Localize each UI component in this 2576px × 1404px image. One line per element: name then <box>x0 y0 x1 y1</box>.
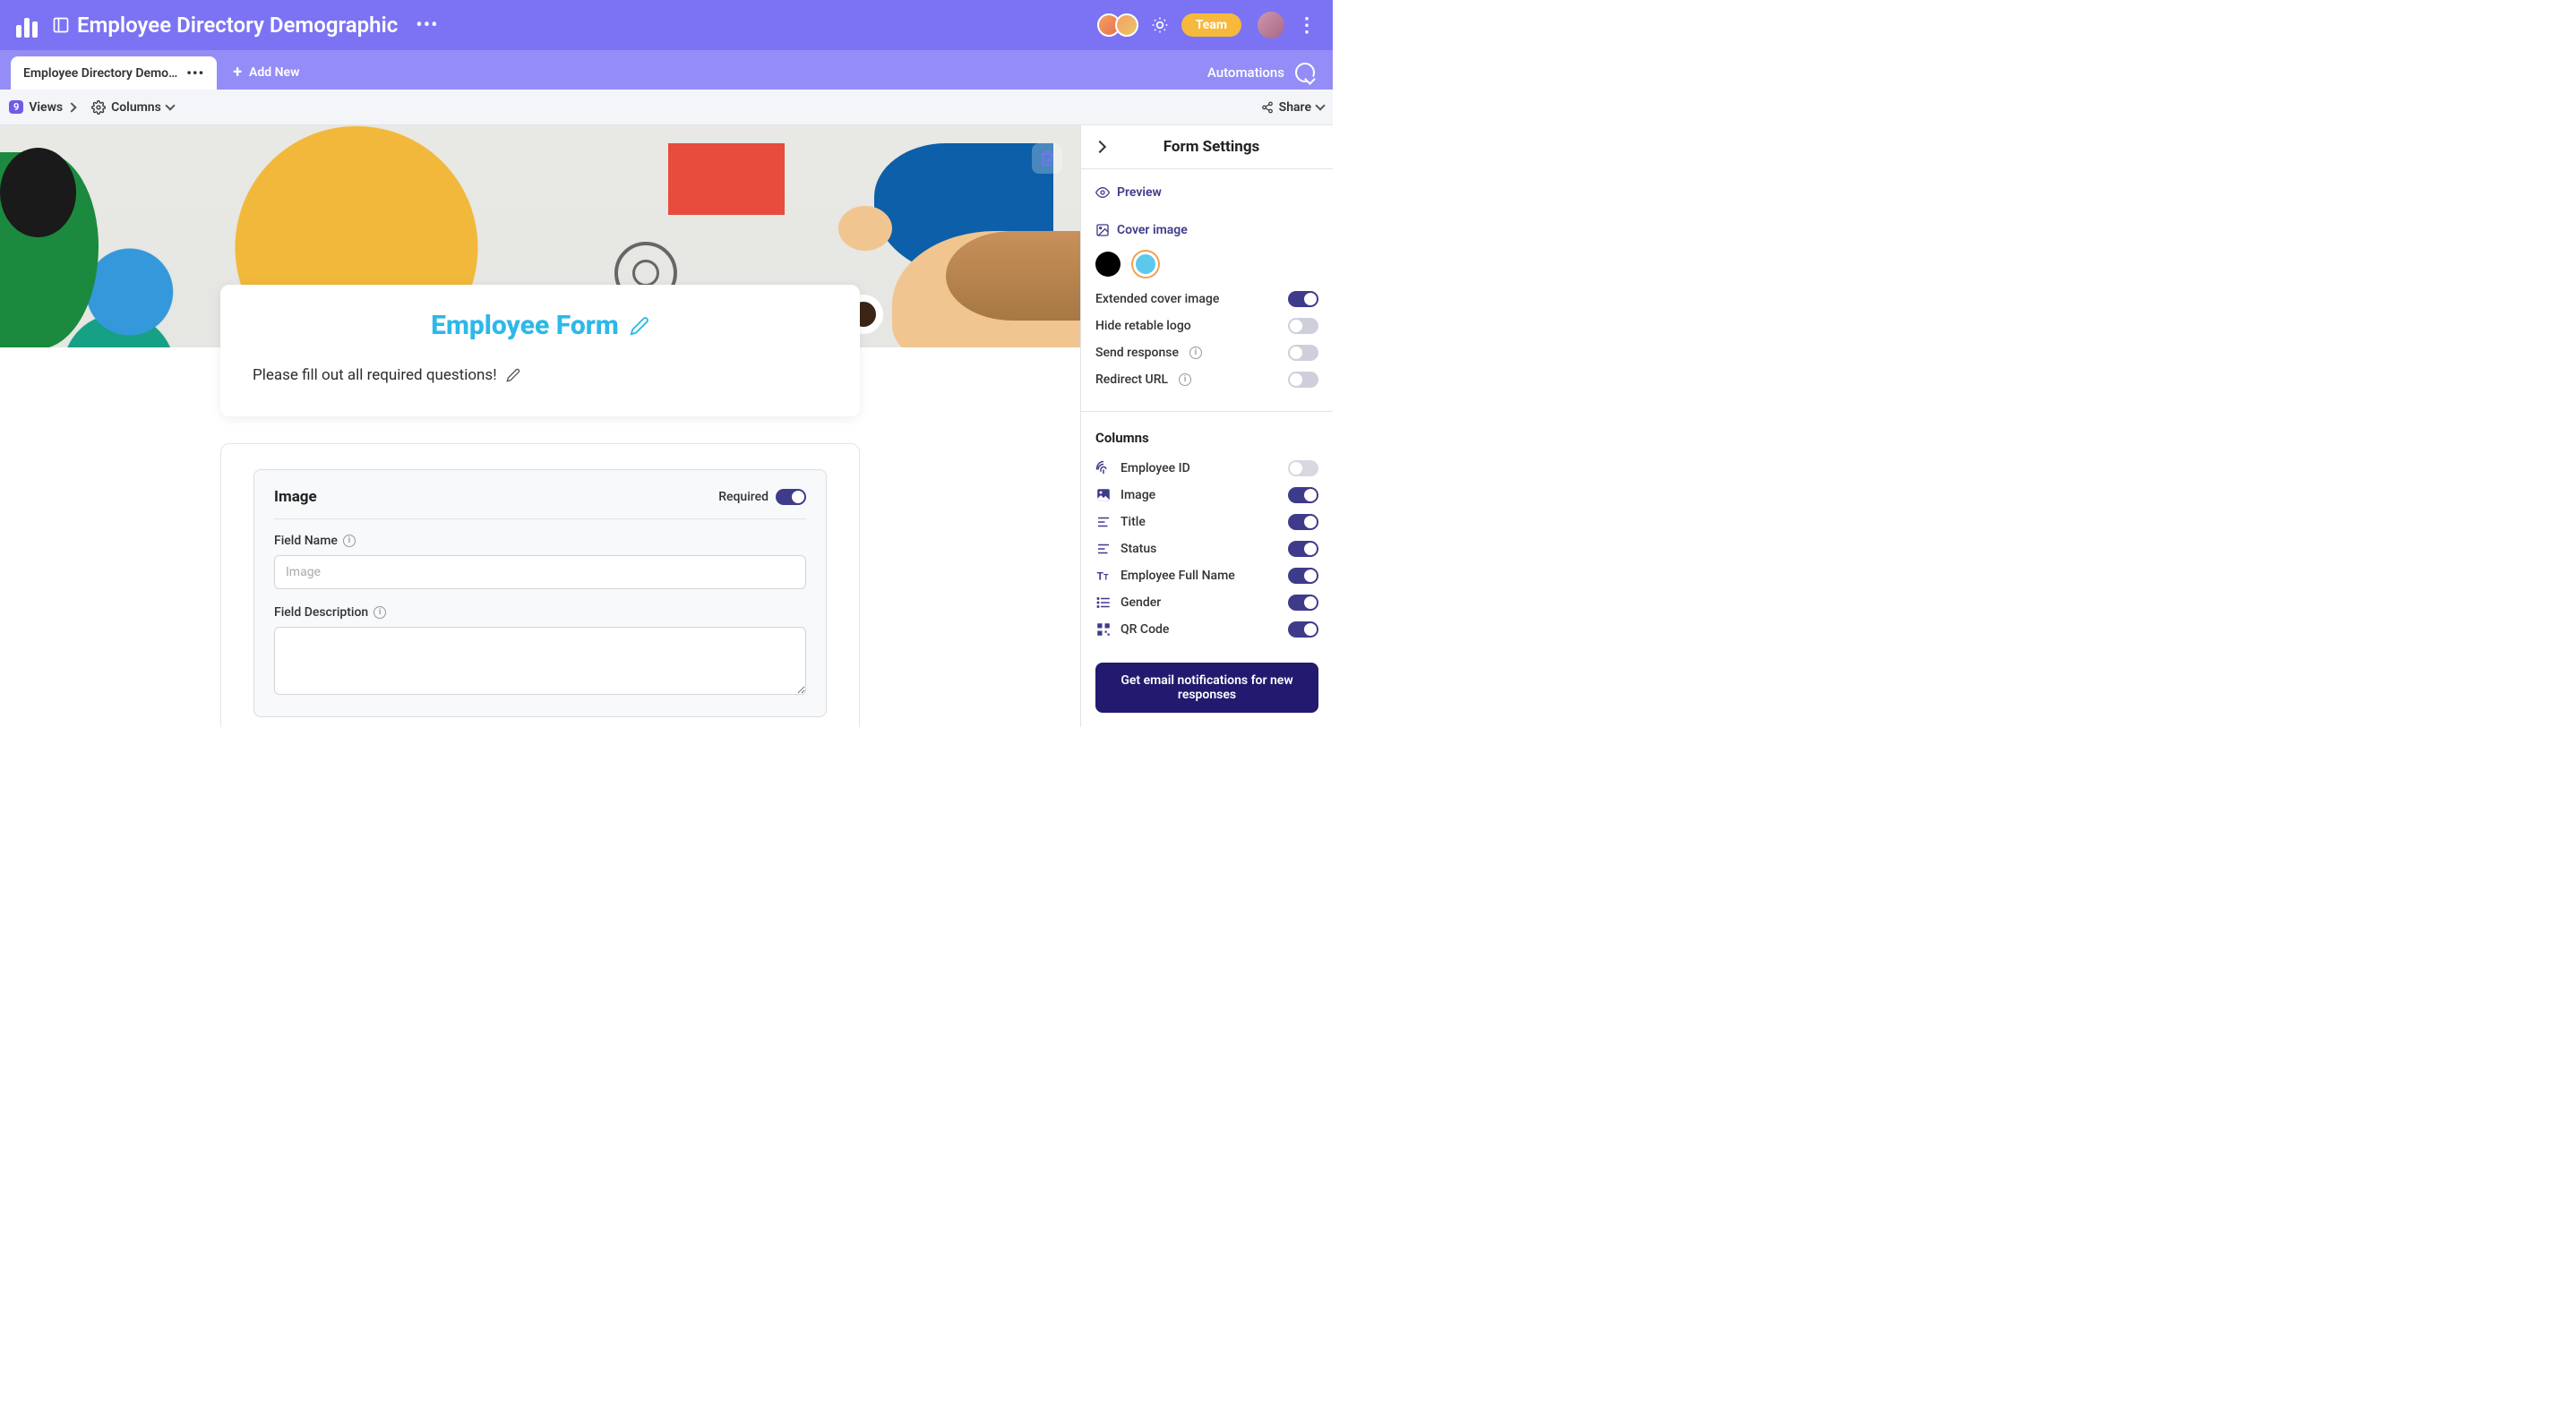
toolbar: 9 Views Columns Share <box>0 90 1333 125</box>
field-name-input[interactable] <box>274 555 806 589</box>
column-label: Employee Full Name <box>1121 569 1235 583</box>
preview-link[interactable]: Preview <box>1095 180 1318 205</box>
tab-menu-button[interactable]: ••• <box>186 64 204 81</box>
form-canvas[interactable]: Employee Form Please fill out all requir… <box>0 125 1080 727</box>
chevron-down-icon <box>165 100 175 110</box>
form-header-card: Employee Form Please fill out all requir… <box>220 285 860 416</box>
column-label: Status <box>1121 542 1156 556</box>
column-row: Status <box>1095 535 1318 562</box>
form-fields-container: Image Required Field Name i Field Descri… <box>220 443 860 727</box>
field-section-title: Image <box>274 488 317 506</box>
color-presets <box>1095 243 1318 286</box>
user-avatar[interactable] <box>1258 12 1284 39</box>
form-title[interactable]: Employee Form <box>253 310 828 341</box>
option-hide-logo: Hide retable logo <box>1095 312 1318 339</box>
email-notifications-button[interactable]: Get email notifications for new response… <box>1095 663 1318 713</box>
column-visibility-toggle[interactable] <box>1288 595 1318 611</box>
field-name-label: Field Name i <box>274 534 806 548</box>
send-response-toggle[interactable] <box>1288 345 1318 361</box>
column-row: Title <box>1095 509 1318 535</box>
column-row: Image <box>1095 482 1318 509</box>
option-send-response: Send responsei <box>1095 339 1318 366</box>
cover-image-link[interactable]: Cover image <box>1095 218 1318 243</box>
chevron-right-icon <box>66 102 76 112</box>
column-type-icon <box>1095 541 1112 557</box>
required-toggle[interactable] <box>776 489 806 505</box>
column-visibility-toggle[interactable] <box>1288 541 1318 557</box>
column-visibility-toggle[interactable] <box>1288 514 1318 530</box>
add-new-button[interactable]: + Add New <box>220 55 312 90</box>
option-extended-cover: Extended cover image <box>1095 286 1318 312</box>
edit-icon[interactable] <box>630 316 649 336</box>
field-config-card: Image Required Field Name i Field Descri… <box>253 469 827 717</box>
column-type-icon <box>1095 595 1112 611</box>
column-visibility-toggle[interactable] <box>1288 487 1318 503</box>
delete-cover-button[interactable] <box>1032 143 1062 174</box>
columns-heading: Columns <box>1095 430 1318 446</box>
info-icon[interactable]: i <box>1179 373 1191 386</box>
tab-bar: Employee Directory Demo… ••• + Add New A… <box>0 50 1333 90</box>
chat-icon[interactable] <box>1295 63 1315 82</box>
column-visibility-toggle[interactable] <box>1288 460 1318 476</box>
column-visibility-toggle[interactable] <box>1288 621 1318 638</box>
theme-toggle-icon[interactable] <box>1151 16 1169 34</box>
chevron-down-icon <box>1315 100 1325 110</box>
color-swatch-cyan-selected[interactable] <box>1133 252 1158 277</box>
columns-button[interactable]: Columns <box>91 100 174 115</box>
field-description-input[interactable] <box>274 627 806 695</box>
column-type-icon <box>1095 460 1112 476</box>
app-header: Employee Directory Demographic ••• Team … <box>0 0 1333 50</box>
info-icon[interactable]: i <box>343 535 356 547</box>
views-count-badge: 9 <box>9 100 23 114</box>
svg-text:T: T <box>1103 574 1109 583</box>
panel-title: Form Settings <box>1104 138 1318 156</box>
column-label: Gender <box>1121 595 1161 610</box>
column-type-icon <box>1095 621 1112 638</box>
tab-active[interactable]: Employee Directory Demo… ••• <box>11 56 217 90</box>
hide-logo-toggle[interactable] <box>1288 318 1318 334</box>
column-visibility-toggle[interactable] <box>1288 568 1318 584</box>
info-icon[interactable]: i <box>1189 347 1202 359</box>
column-type-icon: TT <box>1095 568 1112 584</box>
automations-link[interactable]: Automations <box>1207 64 1284 81</box>
trash-icon <box>1039 150 1055 167</box>
workspace-title[interactable]: Employee Directory Demographic <box>52 13 398 38</box>
form-settings-panel: Form Settings Preview Cover image <box>1080 125 1333 727</box>
column-label: QR Code <box>1121 622 1169 637</box>
column-label: Title <box>1121 515 1146 529</box>
color-swatch-black[interactable] <box>1095 252 1121 277</box>
required-label: Required <box>718 490 769 504</box>
field-description-label: Field Description i <box>274 605 806 620</box>
workspace-menu-button[interactable]: ••• <box>416 14 438 37</box>
share-icon <box>1261 101 1274 114</box>
app-logo <box>16 13 41 38</box>
avatar <box>1115 13 1138 37</box>
column-label: Image <box>1121 488 1155 502</box>
column-type-icon <box>1095 487 1112 503</box>
eye-icon <box>1095 185 1110 200</box>
redirect-url-toggle[interactable] <box>1288 372 1318 388</box>
collaborators[interactable] <box>1103 13 1138 37</box>
option-redirect-url: Redirect URLi <box>1095 366 1318 393</box>
edit-icon[interactable] <box>506 368 520 382</box>
info-icon[interactable]: i <box>374 606 386 619</box>
column-row: Gender <box>1095 589 1318 616</box>
extended-cover-toggle[interactable] <box>1288 291 1318 307</box>
plus-icon: + <box>233 63 242 81</box>
views-button[interactable]: 9 Views <box>9 100 75 115</box>
layout-icon <box>52 16 70 34</box>
form-description[interactable]: Please fill out all required questions! <box>253 366 828 384</box>
column-label: Employee ID <box>1121 461 1190 475</box>
image-icon <box>1095 223 1110 237</box>
header-more-button[interactable]: ⋮ <box>1297 14 1317 37</box>
team-button[interactable]: Team <box>1181 13 1241 37</box>
column-type-icon <box>1095 514 1112 530</box>
share-button[interactable]: Share <box>1261 100 1324 115</box>
gear-icon <box>91 100 106 115</box>
column-row: Employee ID <box>1095 455 1318 482</box>
column-row: QR Code <box>1095 616 1318 643</box>
column-row: TT Employee Full Name <box>1095 562 1318 589</box>
